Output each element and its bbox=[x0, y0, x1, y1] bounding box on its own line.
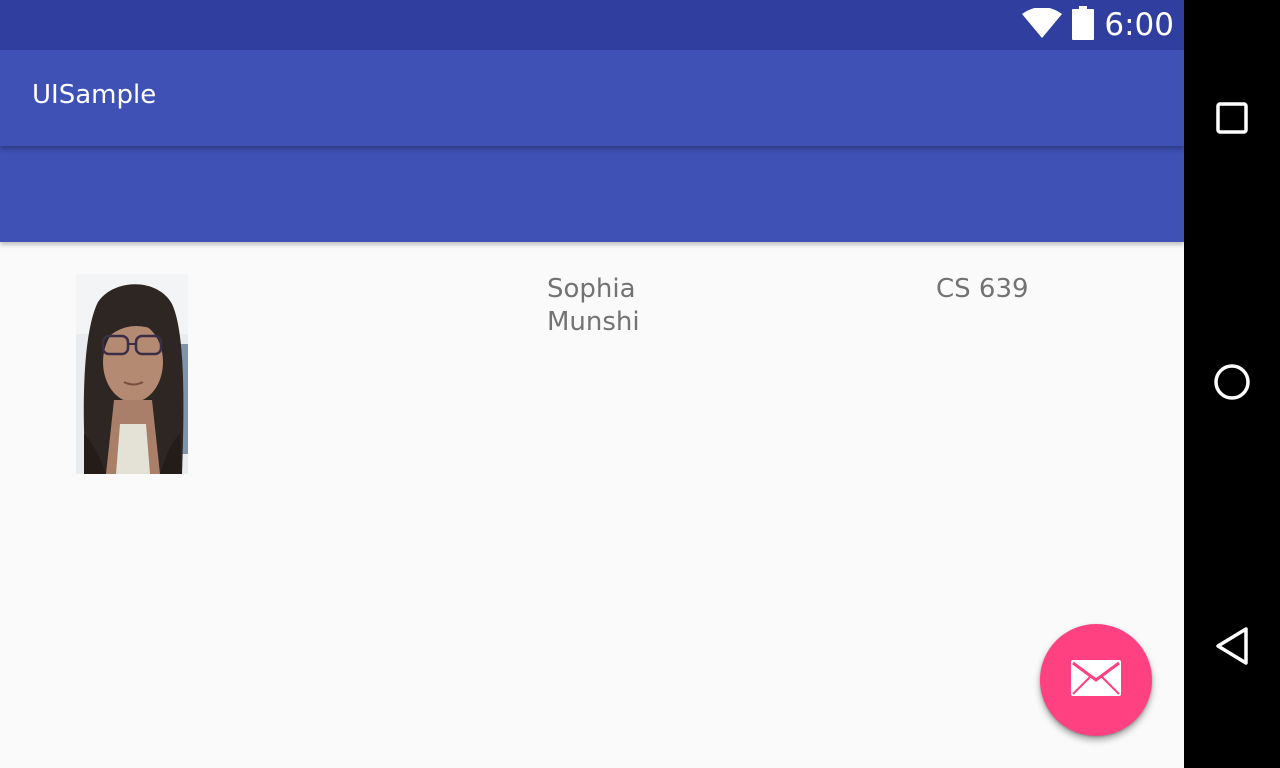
status-bar: 6:00 bbox=[0, 0, 1184, 50]
navigation-bar bbox=[1184, 0, 1280, 768]
profile-content: Sophia Munshi CS 639 bbox=[0, 242, 1184, 768]
app-screen: 6:00 UISample Sophia Munshi CS 639 bbox=[0, 0, 1184, 768]
home-button[interactable] bbox=[1202, 354, 1262, 414]
mail-icon bbox=[1071, 660, 1121, 700]
back-button[interactable] bbox=[1202, 618, 1262, 678]
student-name: Sophia Munshi bbox=[547, 273, 767, 339]
status-time: 6:00 bbox=[1104, 7, 1174, 43]
app-bar: UISample bbox=[0, 50, 1184, 146]
profile-photo bbox=[76, 274, 188, 474]
battery-icon bbox=[1072, 6, 1095, 44]
home-circle-icon bbox=[1213, 363, 1251, 405]
app-title: UISample bbox=[32, 80, 157, 110]
wifi-icon bbox=[1022, 7, 1063, 42]
first-name: Sophia bbox=[547, 274, 636, 304]
course-label: CS 639 bbox=[936, 274, 1029, 304]
recents-button[interactable] bbox=[1202, 90, 1262, 150]
app-bar-extension bbox=[0, 146, 1184, 242]
last-name: Munshi bbox=[547, 307, 640, 337]
status-icons: 6:00 bbox=[1022, 0, 1174, 50]
recents-square-icon bbox=[1216, 102, 1248, 138]
back-triangle-icon bbox=[1214, 626, 1250, 670]
send-email-button[interactable] bbox=[1040, 624, 1152, 736]
